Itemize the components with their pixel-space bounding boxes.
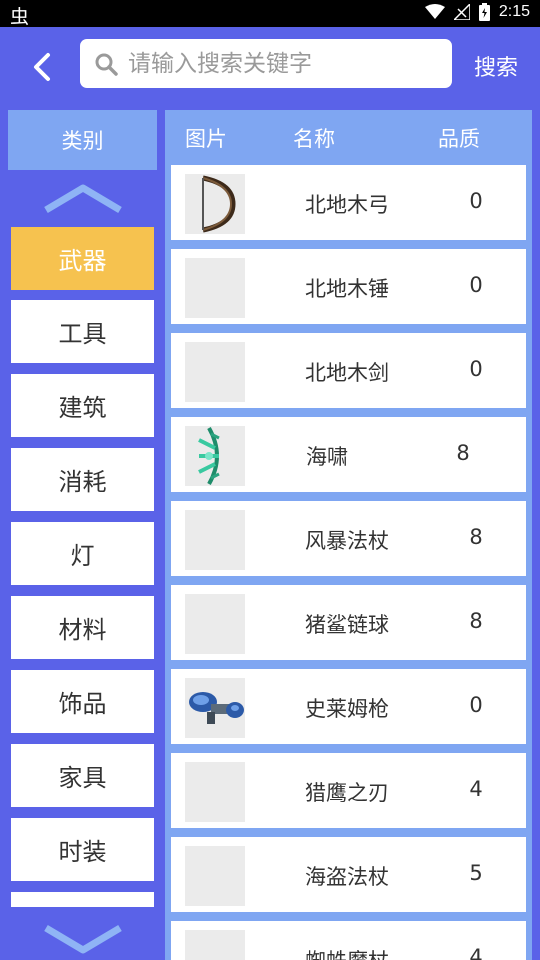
search-input[interactable] (126, 49, 430, 78)
bow-icon (202, 175, 236, 233)
category-consumables[interactable]: 消耗 (11, 448, 154, 511)
wifi-icon (424, 4, 445, 19)
column-quality: 品质 (438, 127, 480, 151)
list-header: 图片 名称 品质 (165, 110, 532, 164)
category-header: 类别 (8, 110, 157, 170)
category-vanity[interactable]: 时装 (11, 818, 154, 881)
category-furniture[interactable]: 家具 (11, 744, 154, 807)
category-accessories[interactable]: 饰品 (11, 670, 154, 733)
item-quality: 0 (469, 693, 483, 717)
item-thumbnail (185, 930, 245, 960)
battery-icon (478, 3, 490, 21)
list-item[interactable]: 海盗法杖 5 (171, 837, 526, 912)
item-name: 史莱姆枪 (305, 697, 389, 721)
chevron-left-icon (34, 53, 50, 81)
item-quality: 0 (469, 189, 483, 213)
column-image: 图片 (185, 127, 227, 151)
search-bar[interactable] (80, 39, 452, 88)
list-item[interactable]: 北地木锤 0 (171, 249, 526, 324)
list-item[interactable]: 北地木弓 0 (171, 165, 526, 240)
list-item[interactable]: 猪鲨链球 8 (171, 585, 526, 660)
slime-gun-icon (189, 692, 244, 724)
item-thumbnail (185, 762, 245, 822)
back-button[interactable] (22, 45, 62, 89)
item-quality: 4 (469, 945, 483, 960)
item-name: 风暴法杖 (305, 529, 389, 553)
item-name: 蜘蛛魔杖 (257, 945, 437, 960)
category-materials[interactable]: 材料 (11, 596, 154, 659)
search-icon (94, 52, 118, 76)
list-item[interactable]: 风暴法杖 8 (171, 501, 526, 576)
tsunami-bow-icon (198, 427, 220, 485)
list-item[interactable]: 史莱姆枪 0 (171, 669, 526, 744)
item-quality: 5 (469, 861, 483, 885)
item-quality: 0 (469, 273, 483, 297)
column-name: 名称 (293, 127, 335, 151)
item-name: 海啸 (306, 445, 348, 469)
item-thumbnail (185, 846, 245, 906)
top-bar: 搜索 (0, 27, 540, 107)
item-quality: 0 (469, 357, 483, 381)
item-list-area: 图片 名称 品质 北地木弓 0 北地木锤 0 北地木剑 0 海啸 8 风暴法杖 … (165, 107, 540, 960)
item-name: 北地木弓 (305, 193, 389, 217)
status-bar: 虫 2:15 (0, 0, 540, 28)
scroll-down-icon[interactable] (42, 924, 124, 954)
item-quality: 8 (469, 609, 483, 633)
item-name: 猪鲨链球 (305, 613, 389, 637)
list-item[interactable]: 海啸 8 (171, 417, 526, 492)
item-quality: 4 (469, 777, 483, 801)
item-name: 北地木锤 (305, 277, 389, 301)
item-thumbnail (185, 426, 245, 486)
list-item[interactable]: 蜘蛛魔杖 4 (171, 921, 526, 960)
clock: 2:15 (498, 3, 530, 20)
item-thumbnail (185, 510, 245, 570)
item-name: 北地木剑 (305, 361, 389, 385)
category-tools[interactable]: 工具 (11, 300, 154, 363)
item-name: 海盗法杖 (305, 865, 389, 889)
item-thumbnail (185, 594, 245, 654)
item-list-panel: 图片 名称 品质 北地木弓 0 北地木锤 0 北地木剑 0 海啸 8 风暴法杖 … (165, 110, 532, 960)
item-thumbnail (185, 678, 245, 738)
scroll-up-icon[interactable] (42, 182, 124, 214)
category-lights[interactable]: 灯 (11, 522, 154, 585)
item-quality: 8 (456, 441, 470, 465)
item-quality: 8 (469, 525, 483, 549)
list-item[interactable]: 北地木剑 0 (171, 333, 526, 408)
item-name: 猎鹰之刃 (305, 781, 389, 805)
category-building[interactable]: 建筑 (11, 374, 154, 437)
item-thumbnail (185, 174, 245, 234)
item-thumbnail (185, 342, 245, 402)
app-notification-icon: 虫 (10, 6, 30, 28)
list-item[interactable]: 猎鹰之刃 4 (171, 753, 526, 828)
category-weapons[interactable]: 武器 (11, 227, 154, 290)
category-more[interactable] (11, 892, 154, 907)
search-button[interactable]: 搜索 (474, 50, 518, 82)
item-thumbnail (185, 258, 245, 318)
category-sidebar: 类别 武器 工具 建筑 消耗 灯 材料 饰品 家具 时装 (0, 107, 165, 960)
signal-icon (453, 4, 470, 20)
